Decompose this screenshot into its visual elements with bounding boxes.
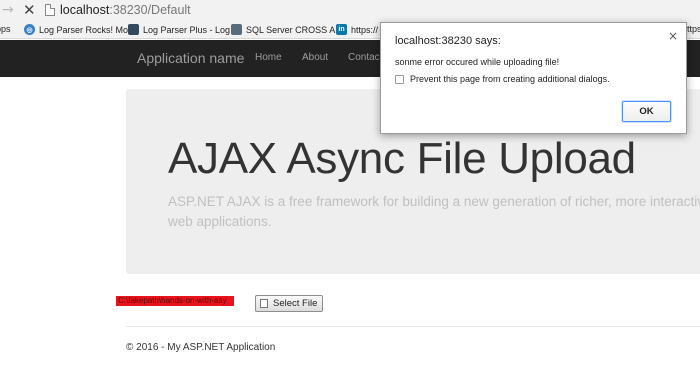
footer-text: © 2016 - My ASP.NET Application: [126, 342, 276, 353]
prevent-dialogs-label: Prevent this page from creating addition…: [410, 74, 610, 84]
page-title: AJAX Async File Upload: [168, 134, 636, 183]
bookmark-apps[interactable]: pps: [0, 24, 11, 34]
bookmark-label: pps: [0, 24, 11, 34]
linkedin-icon: in: [336, 24, 347, 35]
navbar-brand[interactable]: Application name: [137, 50, 244, 66]
alert-dialog: localhost:38230 says: × sonme error occu…: [380, 22, 687, 134]
browser-address-bar: → ✕ localhost:38230/Default: [0, 0, 700, 20]
url-path: :38230/Default: [109, 3, 191, 17]
divider: [126, 326, 700, 327]
page-icon: [45, 4, 55, 16]
dialog-title: localhost:38230 says:: [395, 35, 501, 47]
url-host: localhost: [60, 3, 110, 17]
forward-arrow-icon[interactable]: →: [2, 2, 14, 18]
prevent-dialogs-option[interactable]: Prevent this page from creating addition…: [395, 74, 610, 84]
lead-text: ASP.NET AJAX is a free framework for bui…: [168, 194, 700, 229]
bookmark-label: Log Parser Rocks! Mo: [39, 24, 129, 35]
bookmark-label: Log Parser Plus - Log: [143, 24, 231, 35]
bookmark-log-parser-rocks[interactable]: ◎ Log Parser Rocks! Mo: [24, 24, 128, 35]
prevent-dialogs-checkbox[interactable]: [395, 74, 404, 84]
sql-icon: [231, 24, 242, 35]
select-file-button[interactable]: Select File: [255, 295, 323, 312]
nav-link-about[interactable]: About: [302, 52, 328, 63]
upload-file-path: C:\fakepath\hands-on-with-asy: [116, 296, 234, 306]
bookmark-linkedin[interactable]: in https://: [336, 24, 378, 35]
file-icon: [260, 299, 268, 308]
bookmark-log-parser-plus[interactable]: Log Parser Plus - Log: [128, 24, 230, 35]
app-icon: [128, 24, 139, 35]
bookmark-sql-server[interactable]: SQL Server CROSS AP: [231, 24, 341, 35]
dialog-message: sonme error occured while uploading file…: [395, 57, 560, 67]
stop-icon[interactable]: ✕: [23, 1, 36, 19]
globe-icon: ◎: [24, 24, 35, 35]
url-field[interactable]: localhost:38230/Default: [60, 3, 191, 17]
nav-link-home[interactable]: Home: [255, 52, 282, 63]
bookmark-label: https://: [351, 24, 379, 35]
bookmark-label: SQL Server CROSS AP: [246, 24, 342, 35]
nav-link-contact[interactable]: Contac: [348, 52, 380, 63]
ok-button[interactable]: OK: [622, 101, 671, 122]
close-icon[interactable]: ×: [668, 30, 678, 42]
select-file-label: Select File: [273, 298, 318, 309]
